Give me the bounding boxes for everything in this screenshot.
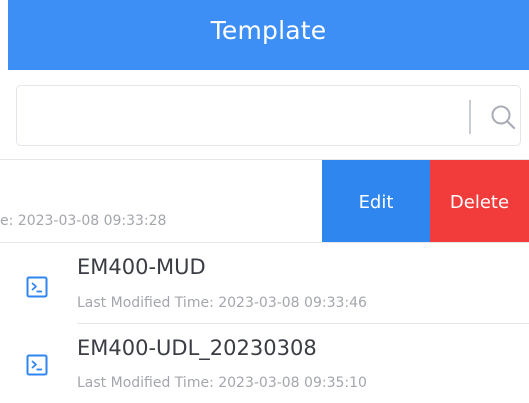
template-page: Template e: 2023-03-08 09:33:28 Edit Del… (0, 0, 529, 403)
search-box[interactable] (16, 85, 521, 146)
list-item[interactable]: EM400-MUD Last Modified Time: 2023-03-08… (0, 243, 529, 323)
item-time: Last Modified Time: 2023-03-08 09:33:46 (77, 295, 367, 311)
terminal-icon (26, 276, 48, 298)
item-name: EM400-UDL_20230308 (77, 336, 317, 360)
list-item-swiped[interactable]: e: 2023-03-08 09:33:28 Edit Delete (0, 160, 529, 242)
search-icon[interactable] (489, 103, 517, 131)
app-header: Template (8, 0, 529, 70)
item-name: EM400-MUD (77, 255, 206, 279)
terminal-icon (26, 354, 48, 376)
edit-button-label: Edit (358, 192, 394, 213)
delete-button[interactable]: Delete (430, 160, 529, 242)
list-item[interactable]: EM400-UDL_20230308 Last Modified Time: 2… (0, 324, 529, 403)
search-divider (469, 100, 471, 134)
search-input[interactable] (27, 94, 451, 140)
delete-button-label: Delete (449, 192, 510, 213)
item-time: Last Modified Time: 2023-03-08 09:35:10 (77, 375, 367, 391)
item-time: e: 2023-03-08 09:33:28 (0, 213, 167, 229)
edit-button[interactable]: Edit (322, 160, 430, 242)
page-title: Template (210, 16, 327, 45)
